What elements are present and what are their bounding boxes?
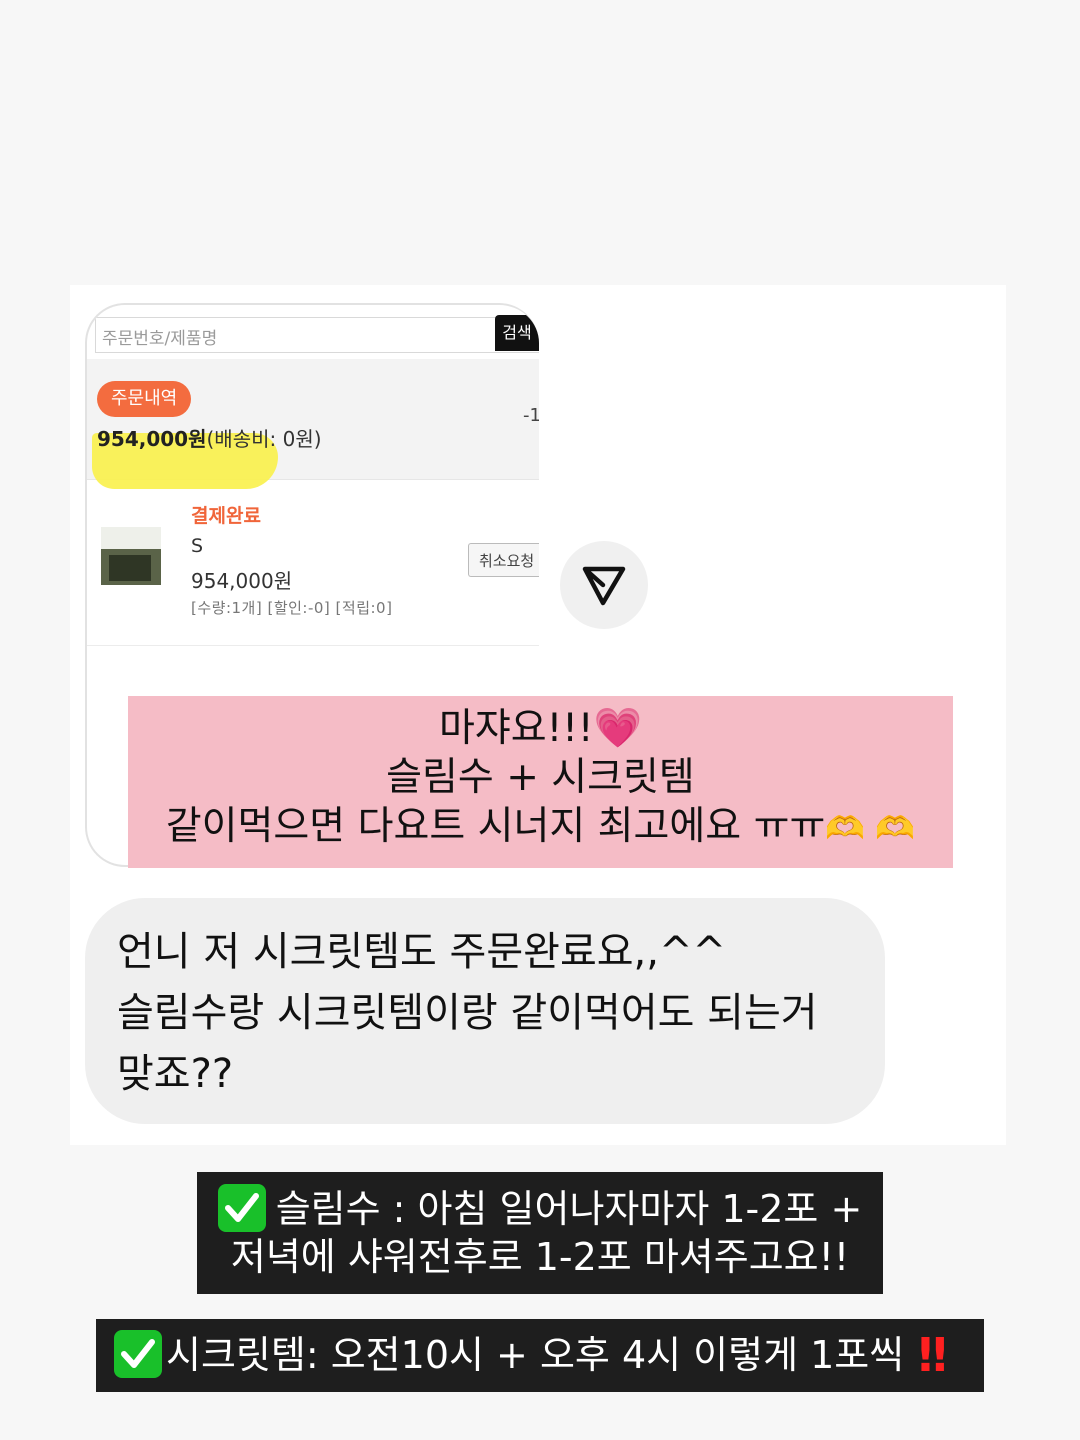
instruction-1-line-1: 슬림수 : 아침 일어나자마자 1-2포 +: [197, 1172, 883, 1233]
share-button[interactable]: [560, 541, 648, 629]
chat-line-2: 슬림수랑 시크릿템이랑 같이먹어도 되는거: [117, 990, 818, 1036]
heart-icon: 💗: [593, 706, 643, 751]
order-total: 954,000원(배송비: 0원): [97, 423, 322, 452]
instruction-1-line-2: 저녁에 샤워전후로 1-2포 마셔주고요!!: [230, 1235, 850, 1279]
pink-message-box: 마쟈요!!!💗 슬림수 + 시크릿템 같이먹으면 다요트 시너지 최고에요 ㅠㅠ…: [128, 696, 953, 868]
instruction-box-2: 시크릿템: 오전10시 + 오후 4시 이렇게 1포씩 ‼: [96, 1319, 984, 1392]
check-icon: [217, 1184, 266, 1232]
check-icon: [114, 1330, 162, 1378]
payment-status: 결제완료: [191, 505, 261, 527]
chat-line-1: 언니 저 시크릿템도 주문완료요,,^^: [117, 929, 727, 975]
search-input[interactable]: 주문번호/제품명: [95, 317, 539, 353]
shipping-fee: (배송비: 0원): [206, 427, 322, 451]
send-icon: [582, 566, 626, 606]
pink-line-1: 마쟈요!!!💗: [438, 706, 643, 751]
double-exclamation-icon: ‼: [918, 1328, 947, 1382]
heart-hands-icon: 🫶 🫶: [825, 809, 916, 847]
search-button[interactable]: 검색: [495, 315, 539, 351]
cancel-request-button[interactable]: 취소요청: [468, 543, 539, 577]
order-total-amount: 954,000원: [97, 427, 207, 451]
divider: [87, 645, 539, 646]
instruction-box-1: 슬림수 : 아침 일어나자마자 1-2포 + 저녁에 샤워전후로 1-2포 마셔…: [197, 1172, 883, 1294]
pink-line-2: 슬림수 + 시크릿템: [386, 755, 695, 800]
pink-line-3: 같이먹으면 다요트 시너지 최고에요 ㅠㅠ🫶 🫶: [165, 804, 916, 849]
instruction-2-line: 시크릿템: 오전10시 + 오후 4시 이렇게 1포씩 ‼: [114, 1328, 947, 1382]
product-meta: [수량:1개] [할인:-0] [적립:0]: [191, 599, 393, 617]
order-summary: 주문내역 -1 954,000원(배송비: 0원): [87, 359, 539, 489]
product-image[interactable]: [101, 527, 161, 585]
search-placeholder: 주문번호/제품명: [102, 329, 218, 349]
product-price: 954,000원: [191, 569, 293, 593]
chat-line-3: 맞죠??: [117, 1051, 234, 1097]
order-history-badge[interactable]: 주문내역: [97, 381, 192, 417]
chat-bubble: 언니 저 시크릿템도 주문완료요,,^^ 슬림수랑 시크릿템이랑 같이먹어도 되…: [85, 898, 885, 1124]
product-name[interactable]: S: [191, 535, 203, 557]
order-dash: -1: [523, 405, 539, 426]
